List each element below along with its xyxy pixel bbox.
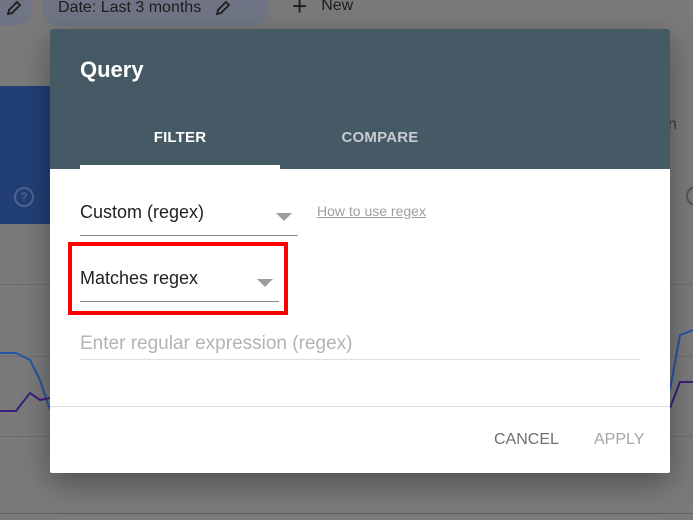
impressions-line-right [669, 381, 693, 409]
query-filter-dialog: Query FILTER COMPARE Custom (regex) How … [50, 29, 670, 473]
dropdown-arrow-icon [257, 279, 273, 287]
match-type-select[interactable]: Matches regex [80, 265, 279, 302]
active-tab-indicator [80, 165, 280, 169]
clicks-line [0, 352, 51, 411]
tab-filter[interactable]: FILTER [80, 129, 280, 146]
apply-button[interactable]: APPLY [594, 431, 644, 449]
dialog-title: Query [80, 57, 144, 82]
how-to-use-regex-link[interactable]: How to use regex [317, 203, 426, 219]
cancel-button[interactable]: CANCEL [494, 431, 559, 449]
filter-type-select[interactable]: Custom (regex) [80, 199, 298, 236]
tab-compare[interactable]: COMPARE [280, 129, 480, 146]
dialog-header: Query FILTER COMPARE [50, 29, 670, 169]
footer-divider [50, 406, 670, 407]
dropdown-arrow-icon [276, 213, 292, 221]
regex-input[interactable] [80, 329, 640, 360]
match-type-value: Matches regex [80, 268, 199, 288]
divider [0, 513, 693, 514]
impressions-line [0, 391, 51, 412]
filter-type-value: Custom (regex) [80, 202, 205, 222]
